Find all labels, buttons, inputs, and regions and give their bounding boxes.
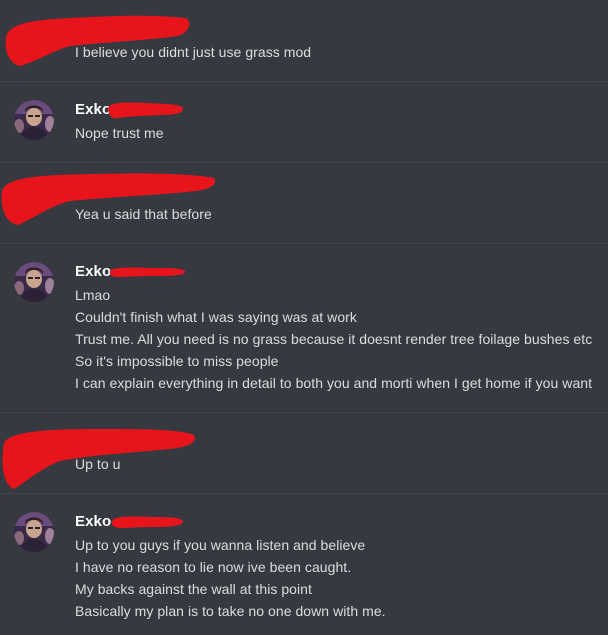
message-group: Exko Nope trust me <box>0 82 608 162</box>
message-text: My backs against the wall at this point <box>75 581 312 597</box>
message-group: Up to u <box>0 413 608 493</box>
message-text: Basically my plan is to take no one down… <box>75 603 386 619</box>
message-text: I have no reason to lie now ive been cau… <box>75 559 352 575</box>
user-avatar-icon[interactable] <box>14 262 54 302</box>
message-text: I believe you didnt just use grass mod <box>75 44 312 60</box>
message-group: Yea u said that before <box>0 163 608 243</box>
message-group: Exko Up to you guys if you wanna listen … <box>0 494 608 635</box>
message-group: Exko Lmao Couldn't finish what I was say… <box>0 244 608 412</box>
message-text: Couldn't finish what I was saying was at… <box>75 309 357 325</box>
message-text: Nope trust me <box>75 125 164 141</box>
message-text: Up to u <box>75 456 121 472</box>
message-text: So it's impossible to miss people <box>75 353 279 369</box>
redaction-mark <box>111 516 184 528</box>
message-text: Yea u said that before <box>75 206 212 222</box>
message-text: Trust me. All you need is no grass becau… <box>75 331 593 347</box>
message-group: I believe you didnt just use grass mod <box>0 0 608 80</box>
message-text: Lmao <box>75 287 111 303</box>
user-avatar-icon[interactable] <box>14 512 54 552</box>
message-text: Up to you guys if you wanna listen and b… <box>75 537 366 553</box>
message-author[interactable]: Exko <box>75 513 111 531</box>
redaction-mark <box>108 102 184 119</box>
chat-message-list: I believe you didnt just use grass mod E… <box>0 0 608 635</box>
redaction-mark <box>5 15 190 67</box>
message-author[interactable]: Exko <box>75 263 111 281</box>
message-text: I can explain everything in detail to bo… <box>75 375 593 391</box>
user-avatar-icon[interactable] <box>14 100 54 140</box>
redaction-mark <box>109 267 186 277</box>
